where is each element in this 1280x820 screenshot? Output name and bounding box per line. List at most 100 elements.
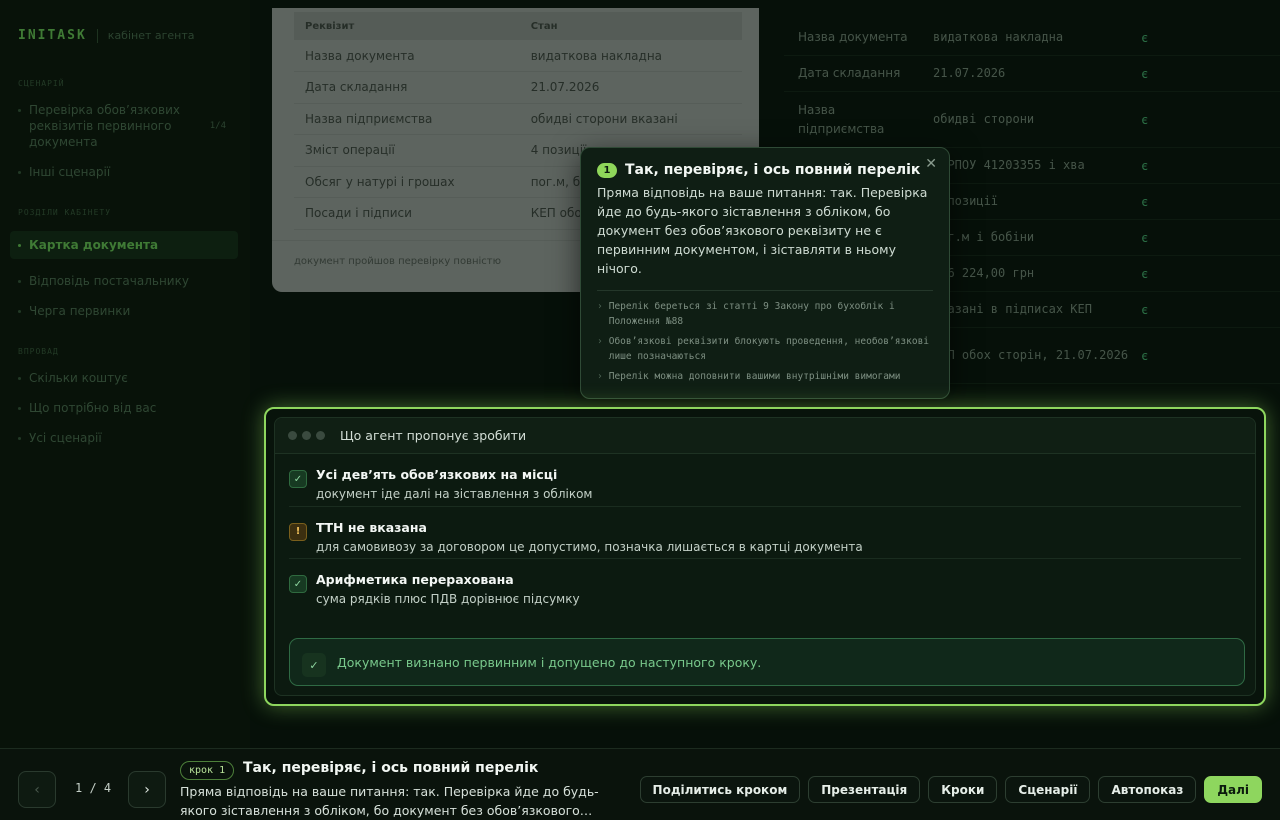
- table-cell: 216 224,00 грн: [933, 266, 1035, 280]
- table-row: Назва документа видаткова накладна: [294, 40, 742, 72]
- bullet-icon: [18, 280, 21, 283]
- table-cell: 21.07.2026: [519, 71, 742, 104]
- step-counter: 1 / 4: [75, 781, 112, 795]
- verdict-banner: ✓ Документ визнано первинним і допущено …: [289, 638, 1245, 686]
- sidebar-item-current-scenario[interactable]: Перевірка обов’язкових реквізитів первин…: [18, 102, 240, 150]
- step-number-badge: 1: [597, 162, 617, 178]
- status-cell: є: [1141, 348, 1149, 363]
- status-cell: є: [1141, 266, 1149, 281]
- table-row: Дата складання 21.07.2026: [294, 71, 742, 104]
- table-cell: Назва підприємства: [294, 103, 520, 135]
- brand-logo-text: INITASK: [18, 28, 87, 43]
- sidebar-section-title: Сценарій: [18, 79, 65, 88]
- panel-titlebar: Що агент пропонує зробити: [275, 418, 1255, 454]
- table-cell: видаткова накладна: [519, 40, 742, 72]
- bullet-icon: [18, 109, 21, 112]
- sidebar-item-supplier-reply[interactable]: Відповідь постачальнику: [18, 273, 240, 289]
- table-cell: обидві сторони: [933, 112, 1035, 126]
- agent-proposal-panel: Що агент пропонує зробити ✓ Усі дев’ять …: [274, 417, 1256, 696]
- table-cell: Назва підприємства: [798, 102, 885, 136]
- share-step-button[interactable]: Поділитись кроком: [639, 776, 801, 803]
- check-item: ! ТТН не вказана для самовивозу за догов…: [289, 507, 1241, 559]
- sidebar-item-document-card[interactable]: Картка документа: [10, 231, 238, 259]
- check-icon: ✓: [289, 470, 307, 488]
- bullet-icon: [18, 377, 21, 380]
- bullet-icon: [18, 310, 21, 313]
- status-cell: є: [1141, 112, 1149, 127]
- table-cell: пог.м і бобіни: [933, 230, 1035, 244]
- window-dot-icon: [288, 431, 297, 440]
- sidebar-item-pricing[interactable]: Скільки коштує: [18, 370, 240, 386]
- check-icon: ✓: [302, 653, 326, 677]
- sidebar-item-label: Скільки коштує: [29, 371, 128, 385]
- tour-controls-bar: ‹ 1 / 4 › крок 1 Так, перевіряє, і ось п…: [0, 748, 1280, 820]
- check-subtitle: сума рядків плюс ПДВ дорівнює підсумку: [316, 592, 580, 606]
- table-row: Назва документа видаткова накладна є: [784, 20, 1280, 56]
- sidebar-item-label: Відповідь постачальнику: [29, 274, 189, 288]
- chevron-right-icon: ›: [597, 301, 603, 312]
- table-cell: Обсяг у натурі і грошах: [294, 166, 520, 198]
- check-title: Арифметика перерахована: [316, 572, 514, 587]
- sidebar-item-label: Картка документа: [29, 238, 159, 252]
- table-cell: Зміст операції: [294, 134, 520, 167]
- close-icon[interactable]: ✕: [925, 156, 937, 172]
- brand: INITASK кабінет агента: [18, 28, 240, 43]
- sidebar-item-label: Усі сценарії: [29, 431, 102, 445]
- table-row: Назва підприємства обидві сторони вказані: [294, 103, 742, 135]
- next-button[interactable]: Далі: [1204, 776, 1262, 803]
- bullet-icon: [18, 244, 21, 247]
- check-item: ✓ Усі дев’ять обов’язкових на місці доку…: [289, 454, 1241, 507]
- step-description: Пряма відповідь на ваше питання: так. Пе…: [180, 784, 599, 818]
- window-dot-icon: [302, 431, 311, 440]
- sidebar-item-all-scenarios[interactable]: Усі сценарії: [18, 430, 240, 446]
- sidebar-item-label: Інші сценарії: [29, 165, 111, 179]
- bullet-icon: [18, 407, 21, 410]
- table-cell: видаткова накладна: [933, 30, 1064, 44]
- popover-points: › Перелік береться зі статті 9 Закону про…: [597, 299, 933, 384]
- table-cell: Посади і підписи: [294, 197, 520, 230]
- point-text: Перелік береться зі статті 9 Закону про …: [608, 301, 895, 327]
- panel-title: Що агент пропонує зробити: [340, 428, 527, 443]
- check-subtitle: для самовивозу за договором це допустимо…: [316, 539, 863, 554]
- warning-icon: !: [289, 522, 307, 541]
- bullet-icon: [18, 437, 21, 440]
- step-popover: ✕ 1 Так, перевіряє, і ось повний перелік…: [580, 147, 950, 399]
- sidebar-item-primary-queue[interactable]: Черга первинки: [18, 303, 240, 319]
- status-cell: є: [1141, 302, 1149, 317]
- check-title: Усі дев’ять обов’язкових на місці: [316, 467, 558, 482]
- table-row: Дата складання 21.07.2026 є: [784, 56, 1280, 92]
- sidebar-item-label: Перевірка обов’язкових реквізитів первин…: [29, 103, 180, 149]
- list-item: › Перелік береться зі статті 9 Закону про…: [597, 299, 933, 329]
- sidebar-section-title: Розділи кабінету: [18, 208, 112, 217]
- table-cell: Дата складання: [798, 66, 901, 80]
- next-step-button[interactable]: ›: [128, 771, 166, 808]
- scenarios-button[interactable]: Сценарії: [1005, 776, 1091, 803]
- sidebar-item-requirements[interactable]: Що потрібно від вас: [18, 400, 240, 416]
- sidebar-item-label: Що потрібно від вас: [29, 401, 157, 415]
- table-cell: КЕП обох сторін, 21.07.2026: [933, 348, 1129, 362]
- step-title: Так, перевіряє, і ось повний перелік: [243, 760, 539, 776]
- steps-button[interactable]: Кроки: [928, 776, 998, 803]
- point-text: Перелік можна доповнити вашими внутрішні…: [608, 371, 901, 382]
- check-list: ✓ Усі дев’ять обов’язкових на місці доку…: [275, 454, 1255, 612]
- point-text: Обов’язкові реквізити блокують проведенн…: [608, 336, 930, 362]
- status-cell: є: [1141, 158, 1149, 173]
- sidebar: INITASK кабінет агента Сценарій Перевірк…: [0, 0, 250, 748]
- sidebar-item-label: Черга первинки: [29, 304, 131, 318]
- status-cell: є: [1141, 230, 1149, 245]
- step-badge: крок 1: [180, 761, 235, 780]
- status-cell: є: [1141, 66, 1149, 81]
- check-subtitle: документ іде далі на зіставлення з облік…: [316, 487, 593, 501]
- sidebar-item-other-scenarios[interactable]: Інші сценарії: [18, 164, 240, 180]
- presentation-button[interactable]: Презентація: [808, 776, 921, 803]
- brand-subtitle: кабінет агента: [107, 29, 195, 42]
- table-cell: обидві сторони вказані: [519, 103, 742, 135]
- prev-step-button[interactable]: ‹: [18, 771, 56, 808]
- popover-title: Так, перевіряє, і ось повний перелік: [625, 162, 921, 178]
- autoplay-button[interactable]: Автопоказ: [1098, 776, 1197, 803]
- status-cell: є: [1141, 30, 1149, 45]
- chevron-right-icon: ›: [597, 336, 603, 347]
- divider: [597, 290, 933, 291]
- spotlight-frame: Що агент пропонує зробити ✓ Усі дев’ять …: [264, 407, 1266, 706]
- status-cell: є: [1141, 194, 1149, 209]
